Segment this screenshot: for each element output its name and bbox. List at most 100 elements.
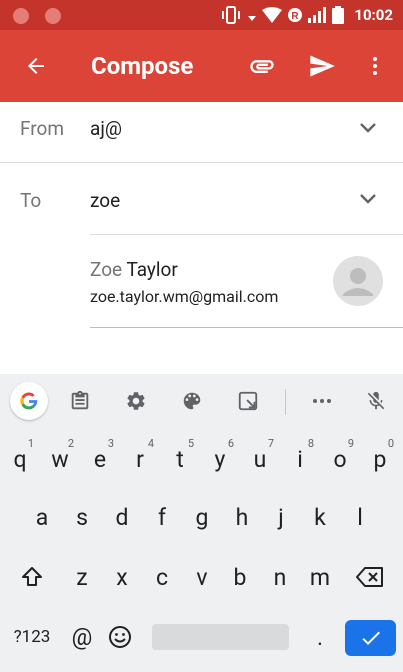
key-e-number: 3 <box>107 437 114 450</box>
shift-key[interactable] <box>12 549 52 605</box>
app-bar: Compose <box>0 30 403 102</box>
chevron-down-icon <box>360 123 376 133</box>
key-l[interactable]: l <box>340 489 380 545</box>
paperclip-icon <box>250 60 274 73</box>
key-b[interactable]: b <box>220 549 260 605</box>
person-icon <box>343 268 373 296</box>
key-p-number: 0 <box>387 437 394 450</box>
shift-icon <box>22 567 42 586</box>
check-icon <box>361 631 380 645</box>
key-m[interactable]: m <box>300 549 340 605</box>
space-key[interactable] <box>152 624 289 650</box>
key-p-label: p <box>373 445 387 473</box>
key-c[interactable]: c <box>142 549 182 605</box>
symbols-key[interactable]: ?123 <box>12 609 52 665</box>
key-o-label: o <box>333 445 347 473</box>
to-field[interactable]: zoe <box>90 189 120 212</box>
key-e-label: e <box>93 445 107 473</box>
vibrate-icon <box>222 6 241 24</box>
more-tools-button[interactable] <box>302 374 342 428</box>
send-button[interactable] <box>300 30 344 102</box>
send-icon <box>310 55 335 77</box>
key-t[interactable]: t5 <box>160 431 200 487</box>
key-h[interactable]: h <box>222 489 262 545</box>
from-field[interactable]: aj@ <box>90 117 122 140</box>
key-e[interactable]: e3 <box>80 431 120 487</box>
key-s[interactable]: s <box>62 489 102 545</box>
key-period[interactable]: . <box>300 609 340 665</box>
key-n[interactable]: n <box>260 549 300 605</box>
key-z[interactable]: z <box>62 549 102 605</box>
divider <box>0 162 403 163</box>
clipboard-icon <box>71 390 89 410</box>
gear-icon <box>127 392 145 410</box>
page-title: Compose <box>91 52 194 80</box>
attach-button[interactable] <box>240 30 284 102</box>
key-y-label: y <box>214 445 226 473</box>
clock: 10:02 <box>354 6 393 24</box>
svg-text:R: R <box>292 11 300 22</box>
status-bar: R 10:02 <box>0 0 403 30</box>
key-i-number: 8 <box>307 437 314 450</box>
backspace-key[interactable] <box>350 549 390 605</box>
chevron-down-icon <box>360 194 376 204</box>
key-d[interactable]: d <box>102 489 142 545</box>
key-at[interactable]: @ <box>62 609 102 665</box>
key-y[interactable]: y6 <box>200 431 240 487</box>
key-v[interactable]: v <box>182 549 222 605</box>
notification-dot-icon <box>13 8 29 24</box>
suggestion-name: Zoe Taylor <box>90 258 178 281</box>
key-i-label: i <box>297 445 303 473</box>
suggestion-name-rest: Taylor <box>122 258 178 281</box>
emoji-key[interactable] <box>100 609 140 665</box>
key-w[interactable]: w2 <box>40 431 80 487</box>
theme-button[interactable] <box>172 374 212 428</box>
to-expand-button[interactable] <box>353 184 383 214</box>
wifi-icon <box>262 7 283 23</box>
voice-input-button[interactable] <box>356 374 396 428</box>
key-o-number: 9 <box>347 437 354 450</box>
suggestion-email: zoe.taylor.wm@gmail.com <box>90 287 279 306</box>
keyboard-settings-button[interactable] <box>116 374 156 428</box>
key-q[interactable]: q1 <box>0 431 40 487</box>
from-label: From <box>20 117 65 140</box>
status-icons: R 10:02 <box>220 5 393 25</box>
key-f[interactable]: f <box>142 489 182 545</box>
keyboard-toolbar <box>0 374 403 428</box>
key-p[interactable]: p0 <box>360 431 400 487</box>
key-u[interactable]: u7 <box>240 431 280 487</box>
more-options-button[interactable] <box>360 30 390 102</box>
floating-keyboard-button[interactable] <box>228 374 268 428</box>
key-j[interactable]: j <box>261 489 301 545</box>
from-dropdown-button[interactable] <box>353 113 383 143</box>
back-button[interactable] <box>14 30 58 102</box>
divider <box>90 327 403 328</box>
clipboard-button[interactable] <box>60 374 100 428</box>
key-u-number: 7 <box>267 437 274 450</box>
enter-key[interactable] <box>345 620 396 656</box>
key-i[interactable]: i8 <box>280 431 320 487</box>
palette-icon <box>183 392 201 410</box>
key-w-number: 2 <box>67 437 74 450</box>
signal-icon <box>308 7 327 23</box>
notification-dot-icon <box>45 8 61 24</box>
roaming-icon: R <box>288 8 303 22</box>
data-arrow-icon <box>248 16 257 21</box>
more-horiz-icon <box>313 399 331 403</box>
suggestion-name-match: Zoe <box>90 258 123 281</box>
google-g-icon <box>20 392 38 410</box>
more-vert-icon <box>373 57 377 75</box>
key-o[interactable]: o9 <box>320 431 360 487</box>
key-g[interactable]: g <box>182 489 222 545</box>
mic-off-icon <box>367 391 385 410</box>
key-k[interactable]: k <box>300 489 340 545</box>
avatar <box>333 256 383 306</box>
key-x[interactable]: x <box>102 549 142 605</box>
key-t-label: t <box>176 445 184 473</box>
battery-icon <box>332 6 345 24</box>
key-a[interactable]: a <box>22 489 62 545</box>
key-r[interactable]: r4 <box>120 431 160 487</box>
google-search-button[interactable] <box>10 382 48 420</box>
key-r-number: 4 <box>147 437 154 450</box>
backspace-icon <box>356 567 383 587</box>
